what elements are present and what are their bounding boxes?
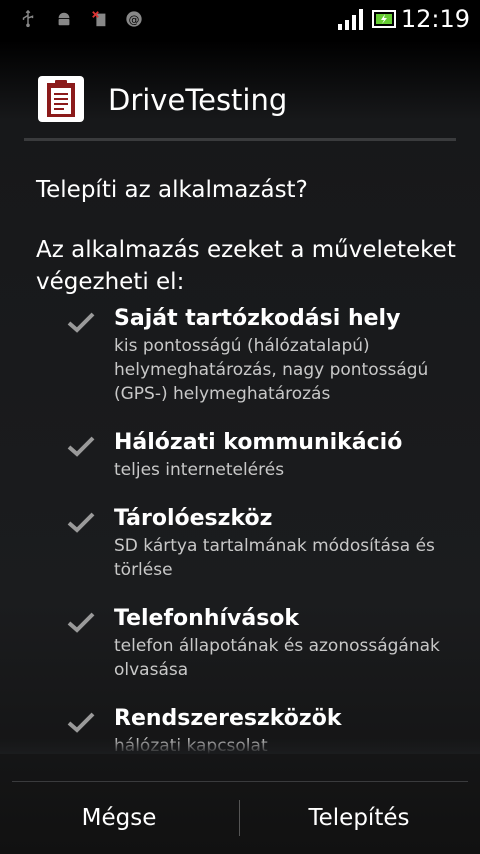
battery-charging-icon (372, 10, 396, 28)
checkmark-icon (67, 312, 95, 333)
status-bar: @ 12:19 (0, 0, 480, 38)
permission-description: telefon állapotának és azonosságának olv… (114, 636, 440, 680)
usb-icon (22, 10, 34, 28)
permission-title: Rendszereszközök (114, 706, 342, 731)
button-bar: Mégse Telepítés (0, 782, 480, 854)
sim-error-icon (92, 11, 106, 27)
checkmark-icon (67, 512, 95, 533)
checkmark-icon (67, 612, 95, 633)
scroll-fade (0, 738, 480, 754)
svg-text:@: @ (129, 13, 140, 26)
permission-item: Tárolóeszköz SD kártya tartalmának módos… (0, 504, 480, 582)
app-header: DriveTesting (0, 38, 480, 142)
permissions-scroll-area[interactable]: Telepíti az alkalmazást? Az alkalmazás e… (0, 142, 480, 754)
header-divider (24, 138, 456, 141)
permission-description: kis pontosságú (hálózatalapú) helymeghat… (114, 336, 429, 404)
permission-item: Saját tartózkodási hely kis pontosságú (… (0, 304, 480, 406)
install-question: Telepíti az alkalmazást? (36, 177, 308, 203)
signal-icon (338, 9, 363, 30)
checkmark-icon (67, 436, 95, 457)
at-icon: @ (126, 11, 142, 27)
permission-list: Saját tartózkodási hely kis pontosságú (… (0, 304, 480, 754)
permission-description: SD kártya tartalmának módosítása és törl… (114, 536, 435, 580)
install-button[interactable]: Telepítés (240, 782, 478, 854)
permission-item: Hálózati kommunikáció teljes internetelé… (0, 428, 480, 482)
cancel-button[interactable]: Mégse (0, 782, 238, 854)
checkmark-icon (67, 712, 95, 733)
app-title: DriveTesting (108, 83, 288, 117)
permission-title: Tárolóeszköz (114, 506, 273, 531)
permission-description: teljes internetelérés (114, 460, 285, 480)
permission-title: Saját tartózkodási hely (114, 306, 401, 331)
permission-title: Telefonhívások (114, 606, 300, 631)
status-time: 12:19 (400, 5, 470, 33)
permission-item: Telefonhívások telefon állapotának és az… (0, 604, 480, 682)
android-debug-icon (58, 12, 70, 26)
clipboard-icon (38, 76, 84, 122)
permissions-intro: Az alkalmazás ezeket a műveleteket végez… (36, 237, 456, 295)
permission-title: Hálózati kommunikáció (114, 430, 403, 455)
